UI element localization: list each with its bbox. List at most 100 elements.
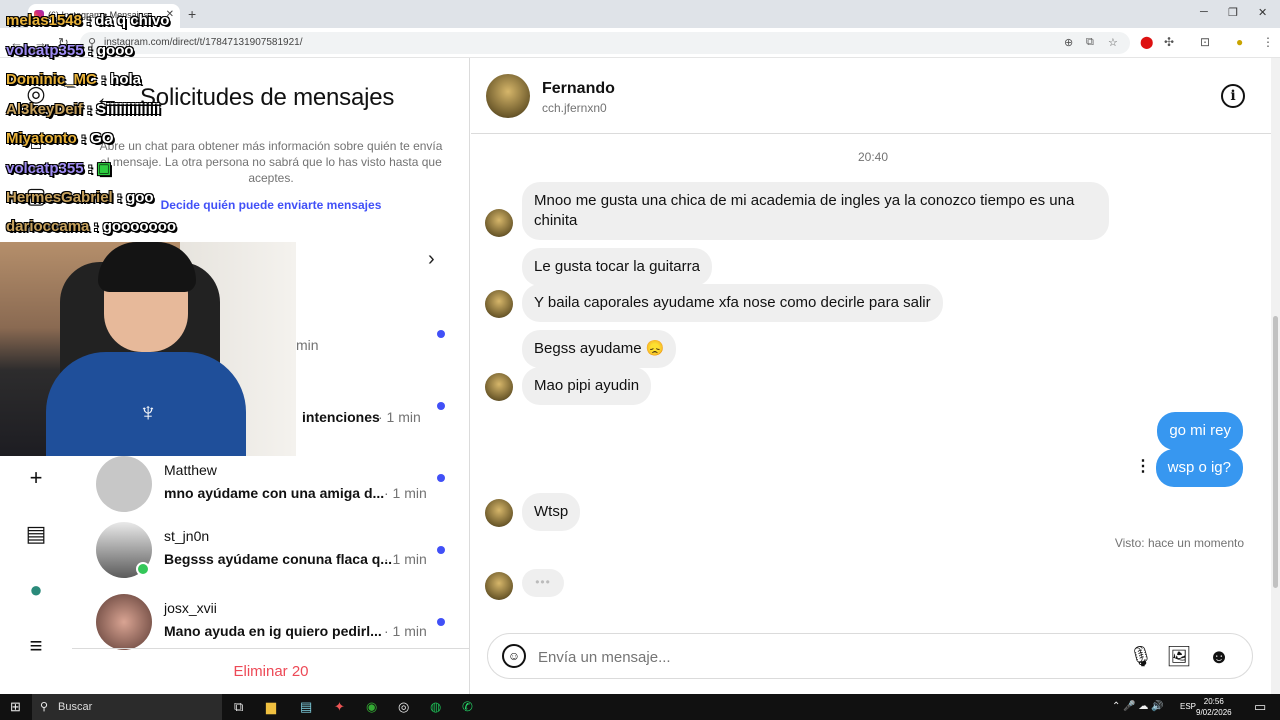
- message-bubble[interactable]: Y baila caporales ayudame xfa nose como …: [522, 284, 943, 322]
- extension-icon[interactable]: ⬤: [1140, 35, 1153, 49]
- stream-chat-line: darioccama : gooooooo: [6, 218, 177, 235]
- unread-dot: [437, 402, 445, 410]
- stream-chat-line: volcatp355 : ▣: [6, 160, 112, 177]
- message-bubble[interactable]: Mnoo me gusta una chica de mi academia d…: [522, 182, 1109, 240]
- spotify-icon[interactable]: ◍: [430, 699, 441, 715]
- taskbar-clock[interactable]: 20:56 9/02/2026: [1196, 696, 1232, 718]
- app-icon[interactable]: ✦: [334, 699, 345, 715]
- input-language[interactable]: ESP: [1180, 702, 1196, 711]
- my-message-bubble[interactable]: go mi rey: [1157, 412, 1243, 450]
- message-composer: ☺ 🎙 🖼 ☻: [487, 633, 1253, 679]
- bookmark-star-icon[interactable]: ☆: [1108, 36, 1118, 49]
- unread-dot: [437, 474, 445, 482]
- thread-username: Matthew: [164, 462, 217, 478]
- browser-toolbar: ← → ↻ ⚲ instagram.com/direct/t/178471319…: [0, 28, 1280, 58]
- delete-all-button[interactable]: Eliminar 20: [72, 663, 470, 680]
- sender-avatar: [485, 499, 513, 527]
- partial-thread-preview: intenciones: [302, 409, 380, 425]
- clock-time: 20:56: [1203, 697, 1224, 706]
- sender-avatar: [485, 290, 513, 318]
- thread-time: · 1 min: [384, 485, 427, 501]
- chrome-icon[interactable]: ◉: [366, 699, 377, 715]
- avatar: [96, 456, 152, 512]
- message-bubble[interactable]: Le gusta tocar la guitarra: [522, 248, 712, 286]
- scrollbar-thumb[interactable]: [1273, 316, 1278, 588]
- avatar[interactable]: [486, 74, 530, 118]
- more-menu-icon[interactable]: ≡: [22, 632, 50, 660]
- stream-chat-line: Dominic_MC : hola: [6, 71, 142, 88]
- install-app-icon[interactable]: ⧉: [1086, 36, 1094, 49]
- stream-chat-line: HermesGabriel : goo: [6, 189, 154, 206]
- obs-icon[interactable]: ◎: [398, 699, 409, 715]
- profile-avatar-icon[interactable]: ●: [1236, 35, 1243, 49]
- request-thread[interactable]: Matthew mno ayúdame con una amiga d... ·…: [96, 454, 456, 514]
- profile-nav-icon[interactable]: ●: [22, 576, 50, 604]
- browser-tab-bar: (6) Instagram • Mensajes ✕ + ─ ❐ ✕: [0, 0, 1280, 28]
- windows-taskbar: ⊞ ⚲ Buscar ⧉ ▆ ▤ ✦ ◉ ◎ ◍ ✆ ⌃ 🎤 ☁ 🔊 ESP 20…: [0, 694, 1280, 720]
- search-icon: ⚲: [40, 701, 49, 713]
- image-upload-icon[interactable]: 🖼: [1166, 644, 1192, 670]
- notepad-icon[interactable]: ▤: [300, 699, 312, 715]
- windows-start-icon[interactable]: ⊞: [10, 699, 21, 715]
- message-input[interactable]: [538, 646, 1098, 668]
- message-bubble[interactable]: Mao pipi ayudin: [522, 367, 652, 405]
- address-bar[interactable]: ⚲ instagram.com/direct/t/178471319075819…: [80, 32, 1130, 54]
- file-explorer-icon[interactable]: ▆: [266, 699, 276, 715]
- conversation-panel: Fernando cch.jfernxn0 i 20:40 Mnoo me gu…: [471, 58, 1280, 694]
- browser-menu-icon[interactable]: ⋮: [1262, 35, 1274, 49]
- unread-dot: [437, 546, 445, 554]
- close-window-icon[interactable]: ✕: [1258, 6, 1267, 19]
- emoji-icon[interactable]: ☺: [502, 644, 526, 668]
- minimize-icon[interactable]: ─: [1200, 6, 1208, 18]
- taskbar-search[interactable]: ⚲ Buscar: [32, 694, 222, 720]
- request-thread[interactable]: st_jn0n Begsss ayúdame conuna flaca q...…: [96, 520, 456, 580]
- emote-icon: ▣: [96, 160, 112, 177]
- system-tray-icons[interactable]: ⌃ 🎤 ☁ 🔊: [1112, 701, 1164, 712]
- message-bubble[interactable]: Wtsp: [522, 493, 581, 531]
- info-icon[interactable]: i: [1221, 84, 1245, 108]
- sender-avatar: [485, 373, 513, 401]
- thread-preview: Begsss ayúdame conuna flaca q...: [164, 551, 392, 567]
- thread-username: josx_xvii: [164, 600, 217, 616]
- shirt-logo-icon: ♆: [138, 397, 158, 427]
- request-thread[interactable]: josx_xvii Mano ayuda en ig quiero pedirl…: [96, 592, 456, 652]
- chat-header: Fernando cch.jfernxn0 i: [471, 58, 1271, 134]
- zoom-icon[interactable]: ⊕: [1064, 36, 1073, 49]
- delete-bar: Eliminar 20: [72, 648, 470, 694]
- chevron-right-icon[interactable]: ›: [428, 248, 435, 271]
- partial-thread-time: · 1 min: [378, 409, 421, 425]
- thread-preview: mno ayúdame con una amiga d...: [164, 485, 385, 501]
- seen-status: Visto: hace un momento: [1114, 536, 1244, 550]
- unread-dot: [437, 330, 445, 338]
- message-options-icon[interactable]: ⋮: [1135, 456, 1151, 476]
- whatsapp-icon[interactable]: ✆: [462, 699, 473, 715]
- contact-username: cch.jfernxn0: [542, 101, 607, 115]
- thread-preview: Mano ayuda en ig quiero pedirl...: [164, 623, 382, 639]
- restore-icon[interactable]: ❐: [1228, 6, 1238, 19]
- requests-description: Abre un chat para obtener más informació…: [99, 139, 443, 185]
- message-bubble[interactable]: Begss ayudame 😞: [522, 330, 677, 368]
- webcam-person-hair: [98, 242, 196, 292]
- task-view-icon[interactable]: ⧉: [234, 699, 243, 715]
- page-title: Solicitudes de mensajes: [140, 84, 395, 111]
- my-message-bubble[interactable]: wsp o ig?: [1155, 449, 1243, 487]
- create-icon[interactable]: +: [22, 464, 50, 492]
- new-tab-icon[interactable]: +: [188, 6, 196, 22]
- sticker-icon[interactable]: ☻: [1206, 644, 1232, 670]
- contact-name[interactable]: Fernando: [542, 80, 615, 98]
- message-timestamp: 20:40: [857, 150, 889, 164]
- media-control-icon[interactable]: ⊡: [1200, 35, 1210, 49]
- avatar: [96, 594, 152, 650]
- stream-chat-line: Al3keyDeif : Siiiiiiiiiiiii: [6, 101, 161, 118]
- extensions-puzzle-icon[interactable]: ✣: [1164, 35, 1174, 49]
- sender-avatar: [485, 209, 513, 237]
- notifications-icon[interactable]: ▭: [1254, 699, 1266, 715]
- streamer-webcam-overlay: ♆: [0, 242, 296, 456]
- microphone-icon[interactable]: 🎙: [1128, 644, 1154, 670]
- stream-chat-line: Miyatonto : GO: [6, 130, 114, 147]
- partial-thread-time: min: [296, 337, 319, 353]
- dashboard-icon[interactable]: ▤: [22, 520, 50, 548]
- sender-avatar: [485, 572, 513, 600]
- stream-chat-line: volcatp355 : gooo: [6, 42, 134, 59]
- thread-time: · 1 min: [384, 623, 427, 639]
